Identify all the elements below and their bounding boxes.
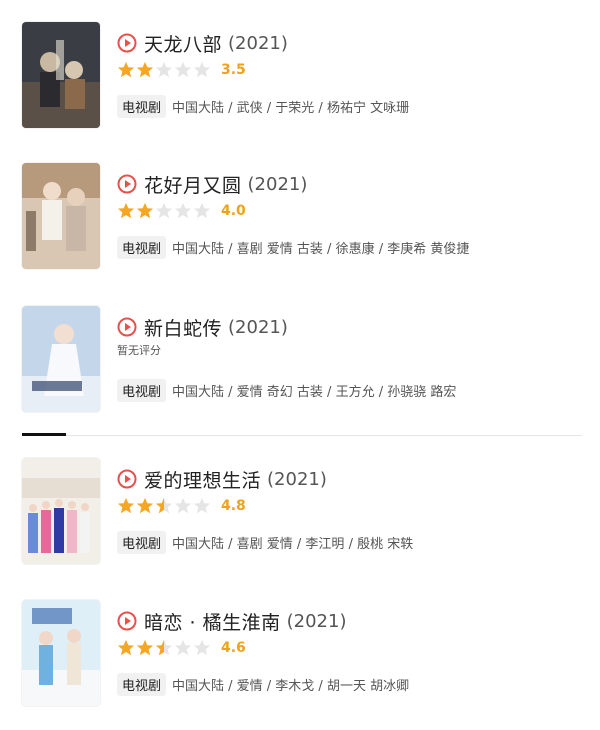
star-rating bbox=[117, 202, 212, 220]
item-meta: 中国大陆 / 武侠 / 于荣光 / 杨祐宁 文咏珊 bbox=[172, 100, 410, 116]
item-meta: 中国大陆 / 爱情 奇幻 古装 / 王方允 / 孙骁骁 路宏 bbox=[172, 384, 457, 400]
item-meta: 中国大陆 / 喜剧 爱情 古装 / 徐惠康 / 李庚希 黄俊捷 bbox=[172, 241, 470, 257]
list-item[interactable]: 新白蛇传 (2021) 暂无评分 电视剧 中国大陆 / 爱情 奇幻 古装 / 王… bbox=[0, 306, 600, 436]
star-empty-icon bbox=[193, 202, 211, 219]
play-icon[interactable] bbox=[117, 174, 137, 194]
poster-image[interactable] bbox=[22, 458, 100, 564]
section-divider bbox=[22, 435, 582, 436]
rating-score: 4.6 bbox=[221, 640, 246, 656]
list-item[interactable]: 天龙八部 (2021) 3.5 电视剧 中国大陆 / 武侠 / 于荣光 / 杨祐… bbox=[0, 22, 600, 152]
star-icon bbox=[117, 639, 135, 656]
item-meta: 中国大陆 / 爱情 / 李木戈 / 胡一天 胡冰卿 bbox=[172, 678, 410, 694]
item-year: (2021) bbox=[286, 610, 347, 632]
star-rating bbox=[117, 61, 212, 79]
category-tag: 电视剧 bbox=[117, 94, 167, 118]
item-title[interactable]: 花好月又圆 bbox=[144, 171, 242, 198]
item-meta: 中国大陆 / 喜剧 爱情 / 李江明 / 殷桃 宋轶 bbox=[172, 536, 414, 552]
star-icon bbox=[117, 497, 135, 514]
star-empty-icon bbox=[155, 202, 173, 219]
star-empty-icon bbox=[174, 202, 192, 219]
star-empty-icon bbox=[174, 497, 192, 514]
item-title[interactable]: 暗恋 · 橘生淮南 bbox=[144, 608, 281, 635]
item-year: (2021) bbox=[247, 173, 308, 195]
no-rating-label: 暂无评分 bbox=[117, 344, 161, 357]
item-title[interactable]: 新白蛇传 bbox=[144, 314, 222, 341]
star-half-icon bbox=[155, 639, 173, 656]
item-title[interactable]: 天龙八部 bbox=[144, 30, 222, 57]
item-year: (2021) bbox=[228, 316, 288, 338]
list-item[interactable]: 花好月又圆 (2021) 4.0 电视剧 中国大陆 / 喜剧 爱情 古装 / 徐… bbox=[0, 163, 600, 293]
poster-image[interactable] bbox=[22, 600, 100, 706]
item-year: (2021) bbox=[267, 468, 327, 490]
divider-accent bbox=[22, 433, 66, 436]
star-rating bbox=[117, 639, 212, 657]
star-icon bbox=[136, 497, 154, 514]
play-icon[interactable] bbox=[117, 317, 137, 337]
rating-score: 3.5 bbox=[221, 62, 246, 78]
category-tag: 电视剧 bbox=[117, 530, 167, 554]
poster-image[interactable] bbox=[22, 22, 100, 128]
star-rating bbox=[117, 497, 212, 515]
item-year: (2021) bbox=[228, 32, 288, 54]
category-tag: 电视剧 bbox=[117, 378, 167, 402]
rating-score: 4.8 bbox=[221, 498, 246, 514]
poster-image[interactable] bbox=[22, 306, 100, 412]
star-icon bbox=[136, 639, 154, 656]
item-title[interactable]: 爱的理想生活 bbox=[144, 466, 261, 493]
category-tag: 电视剧 bbox=[117, 672, 167, 696]
star-empty-icon bbox=[193, 639, 211, 656]
star-icon bbox=[117, 61, 135, 78]
star-empty-icon bbox=[155, 61, 173, 78]
star-icon bbox=[117, 202, 135, 219]
star-empty-icon bbox=[193, 497, 211, 514]
star-icon bbox=[136, 61, 154, 78]
star-empty-icon bbox=[174, 639, 192, 656]
star-icon bbox=[136, 202, 154, 219]
star-half-icon bbox=[155, 497, 173, 514]
star-empty-icon bbox=[193, 61, 211, 78]
category-tag: 电视剧 bbox=[117, 235, 167, 259]
play-icon[interactable] bbox=[117, 469, 137, 489]
rating-score: 4.0 bbox=[221, 203, 246, 219]
play-icon[interactable] bbox=[117, 611, 137, 631]
list-item[interactable]: 爱的理想生活 (2021) 4.8 电视剧 中国大陆 / 喜剧 爱情 / 李江明… bbox=[0, 458, 600, 588]
play-icon[interactable] bbox=[117, 33, 137, 53]
poster-image[interactable] bbox=[22, 163, 100, 269]
star-empty-icon bbox=[174, 61, 192, 78]
list-item[interactable]: 暗恋 · 橘生淮南 (2021) 4.6 电视剧 中国大陆 / 爱情 / 李木戈… bbox=[0, 600, 600, 730]
